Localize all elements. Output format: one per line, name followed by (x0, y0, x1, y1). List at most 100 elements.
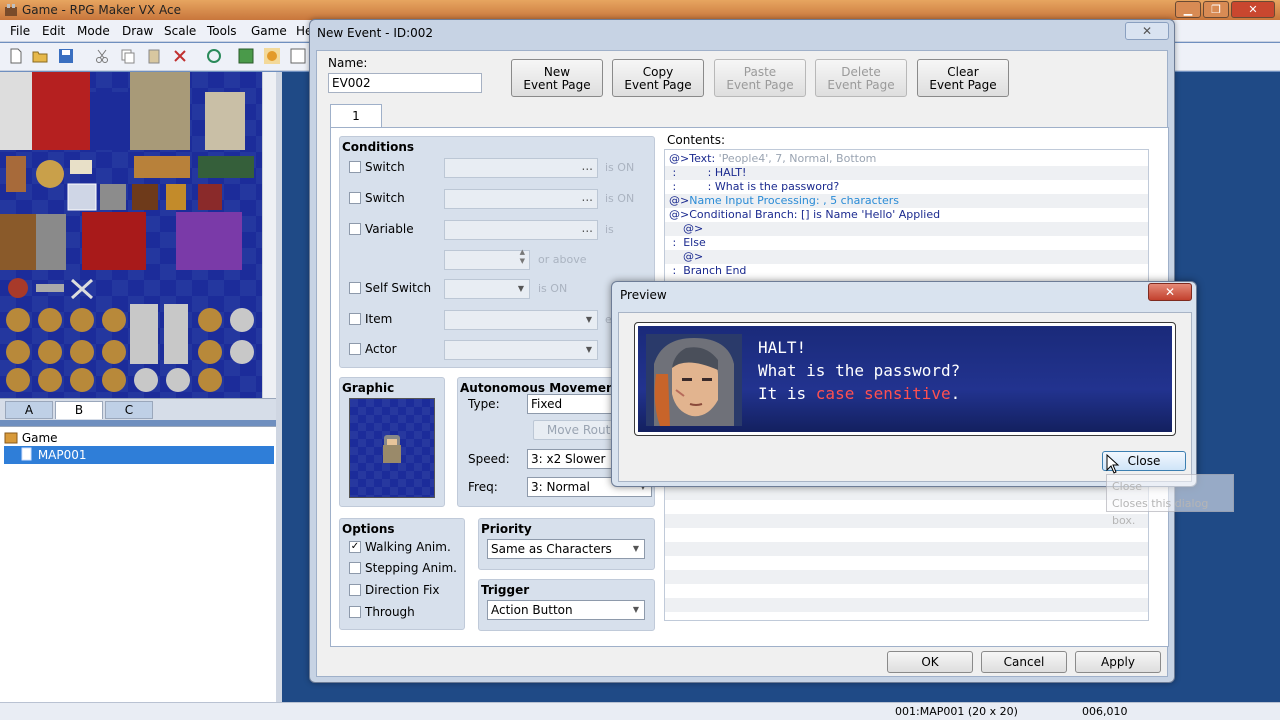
contents-line-prefix: @> (669, 222, 704, 235)
window-titlebar: Game - RPG Maker VX Ace ▁ ❐ ✕ (0, 0, 1280, 20)
contents-line-text: 'People4', 7, Normal, Bottom (718, 152, 877, 165)
switch1-suffix: is ON (605, 161, 635, 174)
menu-tools[interactable]: Tools (207, 24, 237, 38)
map-icon (21, 447, 32, 461)
contents-line[interactable]: @>Text: 'People4', 7, Normal, Bottom (665, 152, 1148, 166)
item-select[interactable] (444, 310, 598, 330)
menu-game[interactable]: Game (251, 24, 287, 38)
options-title: Options (342, 522, 395, 536)
contents-line[interactable]: : Else (665, 236, 1148, 250)
new-event-page-button[interactable]: New Event Page (511, 59, 603, 97)
actor-label: Actor (365, 342, 397, 356)
map-layer-icon[interactable] (238, 48, 254, 64)
name-input[interactable]: EV002 (328, 73, 482, 93)
switch2-field[interactable]: ... (444, 189, 598, 209)
event-dialog-close-button[interactable]: ✕ (1125, 22, 1169, 40)
tree-root-label: Game (21, 431, 58, 445)
tileset-scrollbar[interactable] (262, 72, 276, 398)
tree-item-map001[interactable]: MAP001 (4, 446, 274, 464)
close-window-button[interactable]: ✕ (1231, 1, 1275, 18)
self-switch-label: Self Switch (365, 281, 432, 295)
switch1-label: Switch (365, 160, 405, 174)
message-highlight: case sensitive (815, 384, 951, 403)
contents-line[interactable]: : : What is the password? (665, 180, 1148, 194)
paste-icon[interactable] (146, 48, 162, 64)
switch2-checkbox[interactable] (349, 192, 361, 204)
self-switch-checkbox[interactable] (349, 282, 361, 294)
item-label: Item (365, 312, 393, 326)
variable-checkbox[interactable] (349, 223, 361, 235)
event-page-tab-1[interactable]: 1 (330, 104, 382, 128)
event-dialog-title: New Event - ID:002 (317, 26, 434, 40)
tileset-tabs: A B C (0, 398, 276, 420)
menu-scale[interactable]: Scale (164, 24, 196, 38)
variable-value-stepper[interactable]: ▲ ▼ (444, 248, 530, 270)
paste-event-page-button[interactable]: Paste Event Page (714, 59, 806, 97)
tab-b[interactable]: B (55, 401, 103, 419)
contents-line-prefix: : (669, 236, 684, 249)
walking-anim-checkbox[interactable]: ✓ (349, 541, 361, 553)
contents-line[interactable]: @> (665, 222, 1148, 236)
undo-icon[interactable] (206, 48, 222, 64)
clear-event-page-button[interactable]: Clear Event Page (917, 59, 1009, 97)
ok-button[interactable]: OK (887, 651, 973, 673)
menu-file[interactable]: File (10, 24, 30, 38)
actor-select[interactable] (444, 340, 598, 360)
tileset-palette[interactable] (0, 72, 262, 398)
menu-draw[interactable]: Draw (122, 24, 153, 38)
contents-line[interactable]: @>Name Input Processing: , 5 characters (665, 194, 1148, 208)
open-folder-icon[interactable] (32, 48, 48, 64)
menu-mode[interactable]: Mode (77, 24, 110, 38)
direction-fix-checkbox[interactable] (349, 584, 361, 596)
contents-line-prefix: @>Text: (669, 152, 719, 165)
paste-page-line2: Event Page (726, 78, 794, 92)
map-tree: Game MAP001 (0, 426, 276, 702)
copy-event-page-button[interactable]: Copy Event Page (612, 59, 704, 97)
trigger-select[interactable]: Action Button (487, 600, 645, 620)
message-line-3-end: . (950, 384, 961, 403)
preview-close-x-button[interactable]: ✕ (1148, 283, 1192, 301)
minimize-button[interactable]: ▁ (1175, 1, 1201, 18)
menu-edit[interactable]: Edit (42, 24, 65, 38)
switch1-field[interactable]: ... (444, 158, 598, 178)
delete-event-page-button[interactable]: Delete Event Page (815, 59, 907, 97)
variable-field[interactable]: ... (444, 220, 598, 240)
message-line-2: What is the password? (758, 361, 961, 380)
event-layer-icon[interactable] (264, 48, 280, 64)
graphic-picker[interactable] (349, 398, 435, 498)
tab-c[interactable]: C (105, 401, 153, 419)
new-file-icon[interactable] (8, 48, 24, 64)
tab-a[interactable]: A (5, 401, 53, 419)
contents-line[interactable]: @> (665, 250, 1148, 264)
self-switch-select[interactable] (444, 279, 530, 299)
actor-checkbox[interactable] (349, 343, 361, 355)
maximize-button[interactable]: ❐ (1203, 1, 1229, 18)
contents-line-text: Else (683, 236, 706, 249)
self-switch-suffix: is ON (538, 282, 568, 295)
status-coords: 006,010 (1082, 705, 1128, 718)
through-checkbox[interactable] (349, 606, 361, 618)
character-sprite-icon (350, 399, 434, 497)
contents-line-prefix: @> (669, 208, 690, 221)
status-map: 001:MAP001 (20 x 20) (895, 705, 1018, 718)
priority-select[interactable]: Same as Characters (487, 539, 645, 559)
face-graphic (646, 334, 742, 426)
region-icon[interactable] (290, 48, 306, 64)
app-icon (5, 4, 17, 16)
tree-item-game[interactable]: Game (4, 429, 274, 447)
stepping-anim-checkbox[interactable] (349, 562, 361, 574)
save-icon[interactable] (58, 48, 74, 64)
message-text: HALT! What is the password? It is case sen… (758, 336, 960, 405)
contents-line[interactable]: : : HALT! (665, 166, 1148, 180)
tooltip-text: Closes this dialog box. (1112, 497, 1209, 527)
delete-icon[interactable] (172, 48, 188, 64)
message-line-3-start: It is (758, 384, 816, 403)
item-checkbox[interactable] (349, 313, 361, 325)
cut-icon[interactable] (94, 48, 110, 64)
cancel-button[interactable]: Cancel (981, 651, 1067, 673)
apply-button[interactable]: Apply (1075, 651, 1161, 673)
statusbar: 001:MAP001 (20 x 20) 006,010 (0, 702, 1280, 720)
contents-line[interactable]: @>Conditional Branch: [] is Name 'Hello'… (665, 208, 1148, 222)
copy-icon[interactable] (120, 48, 136, 64)
switch1-checkbox[interactable] (349, 161, 361, 173)
